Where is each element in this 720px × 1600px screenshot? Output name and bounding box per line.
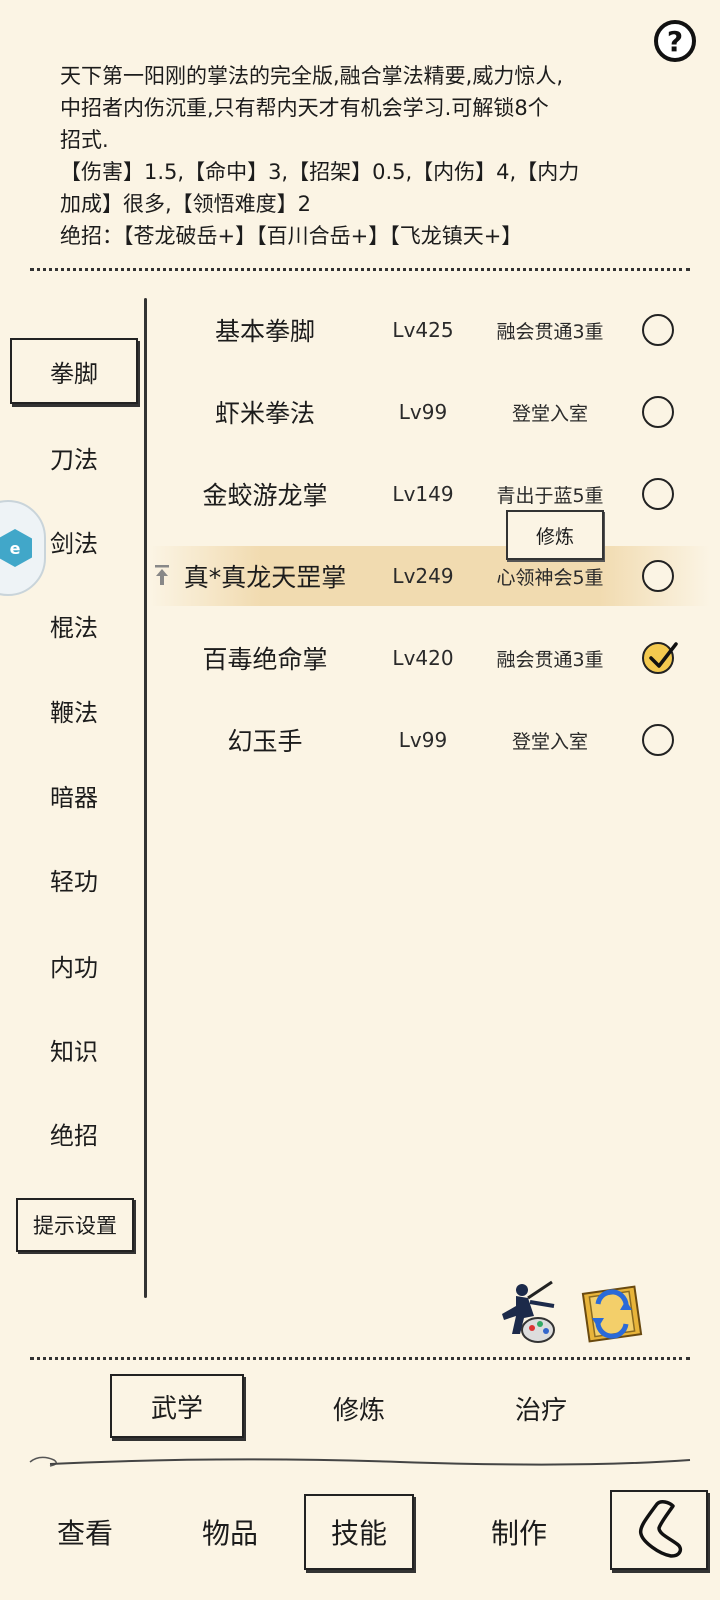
skill-checkbox[interactable] xyxy=(642,396,674,428)
top-divider xyxy=(30,268,690,271)
tab-label: 修炼 xyxy=(332,1395,385,1426)
sidebar-item-fist[interactable]: 拳脚 xyxy=(10,338,138,404)
nav-craft[interactable]: 制作 xyxy=(464,1494,574,1570)
skill-level: Lv425 xyxy=(392,318,454,342)
skill-checkbox-checked[interactable] xyxy=(642,642,678,674)
sidebar-item-inner-power[interactable]: 内功 xyxy=(10,932,138,998)
nav-view[interactable]: 查看 xyxy=(30,1494,140,1570)
skill-stage: 登堂入室 xyxy=(511,402,588,425)
skill-checkbox[interactable] xyxy=(642,478,674,510)
skill-description: 天下第一阳刚的掌法的完全版,融合掌法精要,威力惊人, 中招者内伤沉重,只有帮内天… xyxy=(60,60,660,252)
help-button[interactable]: ? xyxy=(654,20,696,62)
scroll-swap-icon[interactable] xyxy=(580,1282,650,1346)
sidebar-item-knowledge[interactable]: 知识 xyxy=(10,1016,138,1082)
description-line: 招式. xyxy=(60,128,109,152)
skill-level: Lv149 xyxy=(392,482,454,506)
sidebar-item-label: 绝招 xyxy=(50,1121,98,1150)
sidebar-item-sword[interactable]: 剑法 xyxy=(10,508,138,574)
sidebar-item-label: 剑法 xyxy=(50,529,98,558)
sidebar-item-label: 棍法 xyxy=(50,613,98,642)
skill-row[interactable]: 金蛟游龙掌 Lv149 青出于蓝5重 xyxy=(150,464,710,524)
hint-settings-button[interactable]: 提示设置 xyxy=(16,1198,134,1252)
hint-settings-label: 提示设置 xyxy=(33,1214,117,1238)
description-line: 加成】很多,【领悟难度】2 xyxy=(60,192,312,216)
sidebar-item-whip[interactable]: 鞭法 xyxy=(10,677,138,743)
sidebar-item-label: 轻功 xyxy=(50,867,98,896)
help-icon: ? xyxy=(666,24,684,58)
nav-label: 查看 xyxy=(56,1517,113,1550)
skill-row[interactable]: 幻玉手 Lv99 登堂入室 xyxy=(150,710,710,770)
skill-checkbox[interactable] xyxy=(642,314,674,346)
sidebar-item-label: 内功 xyxy=(50,953,98,982)
tab-label: 治疗 xyxy=(514,1395,567,1426)
back-button[interactable] xyxy=(610,1490,708,1570)
nav-label: 制作 xyxy=(490,1517,547,1550)
skill-row[interactable]: 虾米拳法 Lv99 登堂入室 xyxy=(150,382,710,442)
skill-level: Lv99 xyxy=(398,400,448,424)
tab-heal[interactable]: 治疗 xyxy=(474,1376,608,1440)
sidebar-item-ultimate[interactable]: 绝招 xyxy=(10,1100,138,1166)
skill-stage: 融会贯通3重 xyxy=(496,648,604,671)
back-icon xyxy=(638,1500,683,1558)
sidebar-item-label: 刀法 xyxy=(50,445,98,474)
checkmark-icon xyxy=(649,642,678,668)
tab-martial-arts[interactable]: 武学 xyxy=(110,1374,244,1438)
nav-label: 物品 xyxy=(201,1517,258,1550)
practice-popup-button[interactable]: 修炼 xyxy=(506,510,604,560)
martial-artist-icon[interactable] xyxy=(494,1276,560,1344)
skill-stage: 登堂入室 xyxy=(511,730,588,753)
sidebar-item-label: 知识 xyxy=(50,1037,98,1066)
skill-row-selected[interactable]: 真*真龙天罡掌 Lv249 心领神会5重 xyxy=(150,546,710,606)
brush-divider xyxy=(29,1456,691,1467)
nav-items[interactable]: 物品 xyxy=(175,1494,285,1570)
sidebar-item-label: 鞭法 xyxy=(50,698,98,727)
bottom-divider xyxy=(30,1357,690,1360)
skill-stage: 融会贯通3重 xyxy=(496,320,604,343)
sidebar-item-label: 暗器 xyxy=(50,783,98,812)
skill-level: Lv249 xyxy=(392,564,454,588)
sidebar-item-staff[interactable]: 棍法 xyxy=(10,592,138,658)
skill-checkbox[interactable] xyxy=(642,560,674,592)
skill-row[interactable]: 百毒绝命掌 Lv420 融会贯通3重 xyxy=(150,628,710,688)
skill-level: Lv420 xyxy=(392,646,454,670)
sidebar-item-hidden-weapon[interactable]: 暗器 xyxy=(10,762,138,828)
sidebar-item-lightness[interactable]: 轻功 xyxy=(10,846,138,912)
nav-label: 技能 xyxy=(330,1517,387,1550)
tab-label: 武学 xyxy=(150,1393,203,1424)
description-line: 天下第一阳刚的掌法的完全版,融合掌法精要,威力惊人, xyxy=(60,64,564,88)
description-line: 中招者内伤沉重,只有帮内天才有机会学习.可解锁8个 xyxy=(60,96,549,120)
sidebar-item-blade[interactable]: 刀法 xyxy=(10,424,138,490)
skill-row[interactable]: 基本拳脚 Lv425 融会贯通3重 xyxy=(150,300,710,360)
sidebar-item-label: 拳脚 xyxy=(50,359,98,388)
skill-level: Lv99 xyxy=(398,728,448,752)
skill-name: 基本拳脚 xyxy=(214,317,315,346)
description-line: 绝招：【苍龙破岳+】【百川合岳+】【飞龙镇天+】 xyxy=(60,224,523,248)
nav-skills[interactable]: 技能 xyxy=(304,1494,414,1570)
skill-name: 虾米拳法 xyxy=(214,399,315,428)
skill-name: 真*真龙天罡掌 xyxy=(183,563,347,592)
description-line: 【伤害】1.5,【命中】3,【招架】0.5,【内伤】4,【内力 xyxy=(60,160,580,184)
skill-name: 百毒绝命掌 xyxy=(202,645,328,674)
practice-popup-label: 修炼 xyxy=(535,525,574,548)
sidebar-divider xyxy=(144,298,147,1298)
skill-name: 金蛟游龙掌 xyxy=(202,481,328,510)
tab-practice[interactable]: 修炼 xyxy=(292,1376,426,1440)
skill-name: 幻玉手 xyxy=(227,727,303,756)
skill-checkbox[interactable] xyxy=(642,724,674,756)
